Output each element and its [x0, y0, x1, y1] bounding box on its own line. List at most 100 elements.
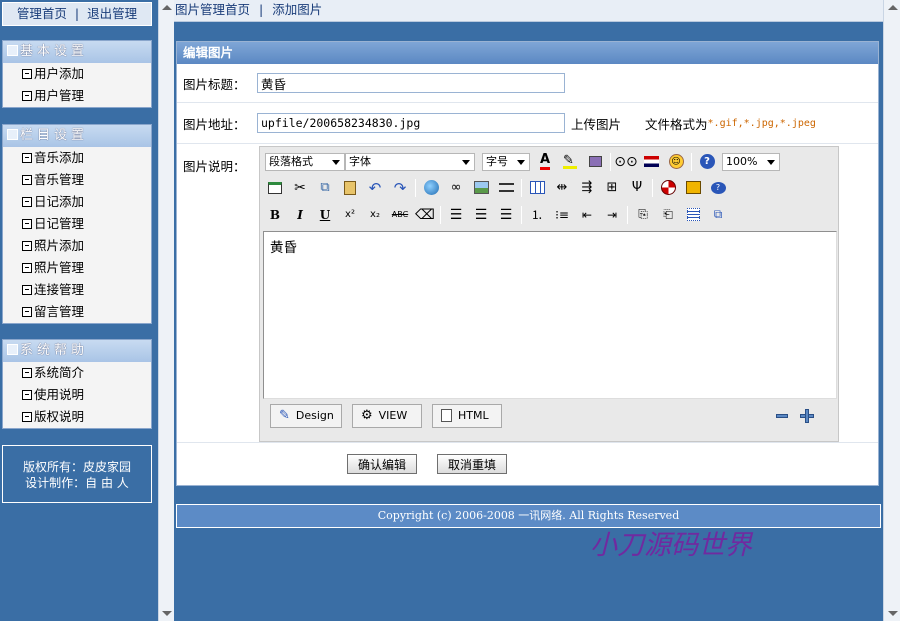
description-label: 图片说明：: [183, 159, 246, 174]
scroll-up-icon[interactable]: [162, 5, 172, 10]
redo-icon[interactable]: ↷: [390, 178, 410, 198]
undo-icon[interactable]: ↶: [365, 178, 385, 198]
paste-text-icon[interactable]: ⎗: [658, 205, 678, 225]
find-binoculars-icon[interactable]: ⊙⊙: [614, 152, 637, 172]
paragraph-format-select[interactable]: 段落格式: [265, 152, 345, 171]
insert-paragraph-icon[interactable]: ⎘: [633, 205, 653, 225]
ordered-list-icon[interactable]: ⒈: [527, 205, 547, 225]
menu-item-system-intro[interactable]: 系统简介: [3, 362, 151, 384]
menu-item-usage[interactable]: 使用说明: [3, 384, 151, 406]
insert-comment-icon[interactable]: ?: [708, 178, 728, 198]
new-document-icon[interactable]: [265, 178, 285, 198]
url-input[interactable]: [257, 113, 565, 133]
bold-icon[interactable]: B: [265, 205, 285, 225]
scroll-down-icon[interactable]: [888, 611, 898, 616]
unlink-icon[interactable]: ∞: [446, 178, 466, 198]
sidebar-scrollbar[interactable]: [158, 0, 174, 621]
html-mode-button[interactable]: HTML: [432, 403, 502, 428]
menu-group-basic: 基本设置 用户添加 用户管理: [2, 40, 152, 108]
minus-box-icon: [22, 241, 32, 251]
align-right-icon[interactable]: ☰: [496, 205, 516, 225]
breadcrumb-separator: |: [259, 2, 264, 17]
title-input[interactable]: [257, 73, 565, 93]
indent-icon[interactable]: ⇥: [602, 205, 622, 225]
help-icon[interactable]: ?: [697, 152, 717, 172]
scroll-down-icon[interactable]: [162, 611, 172, 616]
menu-group-header[interactable]: 栏目设置: [3, 125, 151, 147]
smiley-icon[interactable]: ☺: [666, 152, 686, 172]
menu-group-header[interactable]: 系统帮助: [3, 340, 151, 362]
minus-box-icon: [22, 412, 32, 422]
menu-item-photo-manage[interactable]: 照片管理: [3, 257, 151, 279]
copyright-designer: 设计制作：自 由 人: [25, 476, 129, 490]
cut-icon[interactable]: ✂: [290, 178, 310, 198]
menu-item-message-manage[interactable]: 留言管理: [3, 301, 151, 323]
expand-editor-icon[interactable]: [800, 409, 814, 423]
select-all-icon[interactable]: [683, 205, 703, 225]
rich-text-editor: 段落格式 字体 字号 A ✎ ⊙⊙ ☺ ? 100% ✂ ⧉ ↶ ↷ ∞ ⇹ ⇶…: [259, 146, 839, 442]
menu-item-diary-manage[interactable]: 日记管理: [3, 213, 151, 235]
split-cell-icon[interactable]: ⊞: [602, 178, 622, 198]
insert-row-icon[interactable]: ⇶: [577, 178, 597, 198]
shrink-editor-icon[interactable]: [776, 414, 788, 418]
unordered-list-icon[interactable]: ⁝≡: [552, 205, 572, 225]
paste-icon[interactable]: [340, 178, 360, 198]
admin-home-link[interactable]: 管理首页: [17, 6, 67, 21]
view-mode-button[interactable]: ⚙ VIEW: [352, 403, 422, 428]
menu-item-diary-add[interactable]: 日记添加: [3, 191, 151, 213]
outdent-icon[interactable]: ⇤: [577, 205, 597, 225]
merge-cell-icon[interactable]: Ψ: [627, 178, 647, 198]
confirm-edit-button[interactable]: 确认编辑: [347, 454, 418, 474]
cancel-reset-button[interactable]: 取消重填: [437, 454, 508, 474]
url-row: 图片地址： 上传图片 文件格式为 *.gif,*.jpg,*.jpeg: [177, 103, 878, 144]
editor-toolbar-2: ✂ ⧉ ↶ ↷ ∞ ⇹ ⇶ ⊞ Ψ ?: [260, 174, 838, 201]
menu-item-link-manage[interactable]: 连接管理: [3, 279, 151, 301]
zoom-select[interactable]: 100%: [722, 152, 780, 171]
menu-item-photo-add[interactable]: 照片添加: [3, 235, 151, 257]
highlight-color-icon[interactable]: ✎: [560, 152, 580, 172]
breadcrumb-home-link[interactable]: 图片管理首页: [175, 2, 250, 17]
insert-flag-icon[interactable]: [641, 152, 661, 172]
menu-item-music-manage[interactable]: 音乐管理: [3, 169, 151, 191]
align-center-icon[interactable]: ☰: [471, 205, 491, 225]
logout-link[interactable]: 退出管理: [87, 6, 137, 21]
subscript-icon[interactable]: x₂: [365, 205, 385, 225]
menu-group-columns: 栏目设置 音乐添加 音乐管理 日记添加 日记管理 照片添加 照片管理 连接管理 …: [2, 124, 152, 324]
italic-icon[interactable]: I: [290, 205, 310, 225]
menu-item-music-add[interactable]: 音乐添加: [3, 147, 151, 169]
horizontal-rule-icon[interactable]: [496, 178, 516, 198]
text-color-icon[interactable]: A: [535, 152, 555, 172]
underline-icon[interactable]: U: [315, 205, 335, 225]
insert-table-icon[interactable]: [527, 178, 547, 198]
insert-column-icon[interactable]: ⇹: [552, 178, 572, 198]
menu-item-copyright[interactable]: 版权说明: [3, 406, 151, 428]
superscript-icon[interactable]: x²: [340, 205, 360, 225]
insert-media-icon[interactable]: [658, 178, 678, 198]
upload-image-link[interactable]: 上传图片: [571, 114, 621, 133]
menu-group-header[interactable]: 基本设置: [3, 41, 151, 63]
insert-flash-icon[interactable]: [683, 178, 703, 198]
insert-object-icon[interactable]: [585, 152, 605, 172]
main-scrollbar[interactable]: [883, 0, 900, 621]
minus-box-icon: [22, 285, 32, 295]
breadcrumb-current[interactable]: 添加图片: [272, 2, 322, 17]
copy-icon[interactable]: ⧉: [315, 178, 335, 198]
view-gear-icon: ⚙: [361, 408, 373, 423]
font-size-select[interactable]: 字号: [482, 152, 530, 171]
strikethrough-icon[interactable]: ABC: [390, 205, 410, 225]
menu-group-help: 系统帮助 系统简介 使用说明 版权说明: [2, 339, 152, 429]
scroll-up-icon[interactable]: [888, 5, 898, 10]
align-left-icon[interactable]: ☰: [446, 205, 466, 225]
design-mode-button[interactable]: ✎ Design: [270, 403, 342, 428]
toolbar-separator: [521, 178, 522, 197]
insert-link-globe-icon[interactable]: [421, 178, 441, 198]
copyright-box: 版权所有：皮皮家园 设计制作：自 由 人: [2, 445, 152, 503]
menu-item-user-manage[interactable]: 用户管理: [3, 85, 151, 107]
menu-item-user-add[interactable]: 用户添加: [3, 63, 151, 85]
properties-icon[interactable]: ⧉: [708, 205, 728, 225]
eraser-icon[interactable]: ⌫: [415, 205, 435, 225]
font-select[interactable]: 字体: [345, 152, 475, 171]
editor-content-area[interactable]: 黄昏: [263, 231, 837, 399]
form-actions: 确认编辑 取消重填: [177, 443, 878, 485]
insert-image-icon[interactable]: [471, 178, 491, 198]
